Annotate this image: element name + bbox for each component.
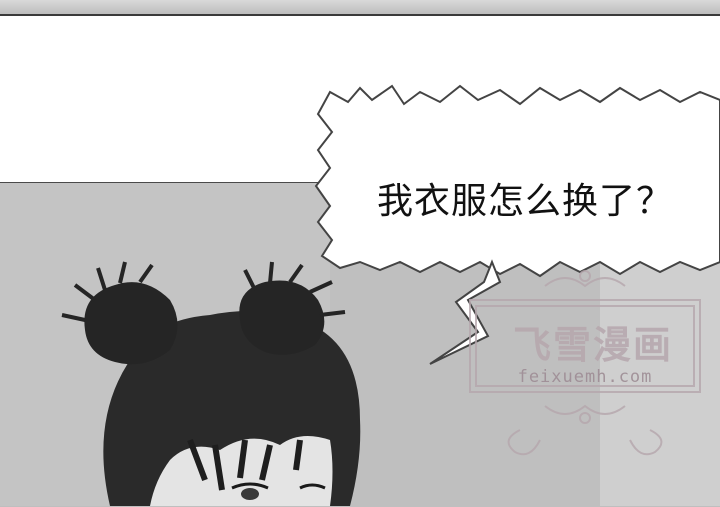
speech-bubble-text: 我衣服怎么换了？ — [376, 181, 673, 222]
watermark-url: feixuemh.com — [517, 367, 653, 387]
character-illustration — [0, 84, 720, 506]
watermark-title: 飞雪漫画 — [512, 323, 673, 367]
